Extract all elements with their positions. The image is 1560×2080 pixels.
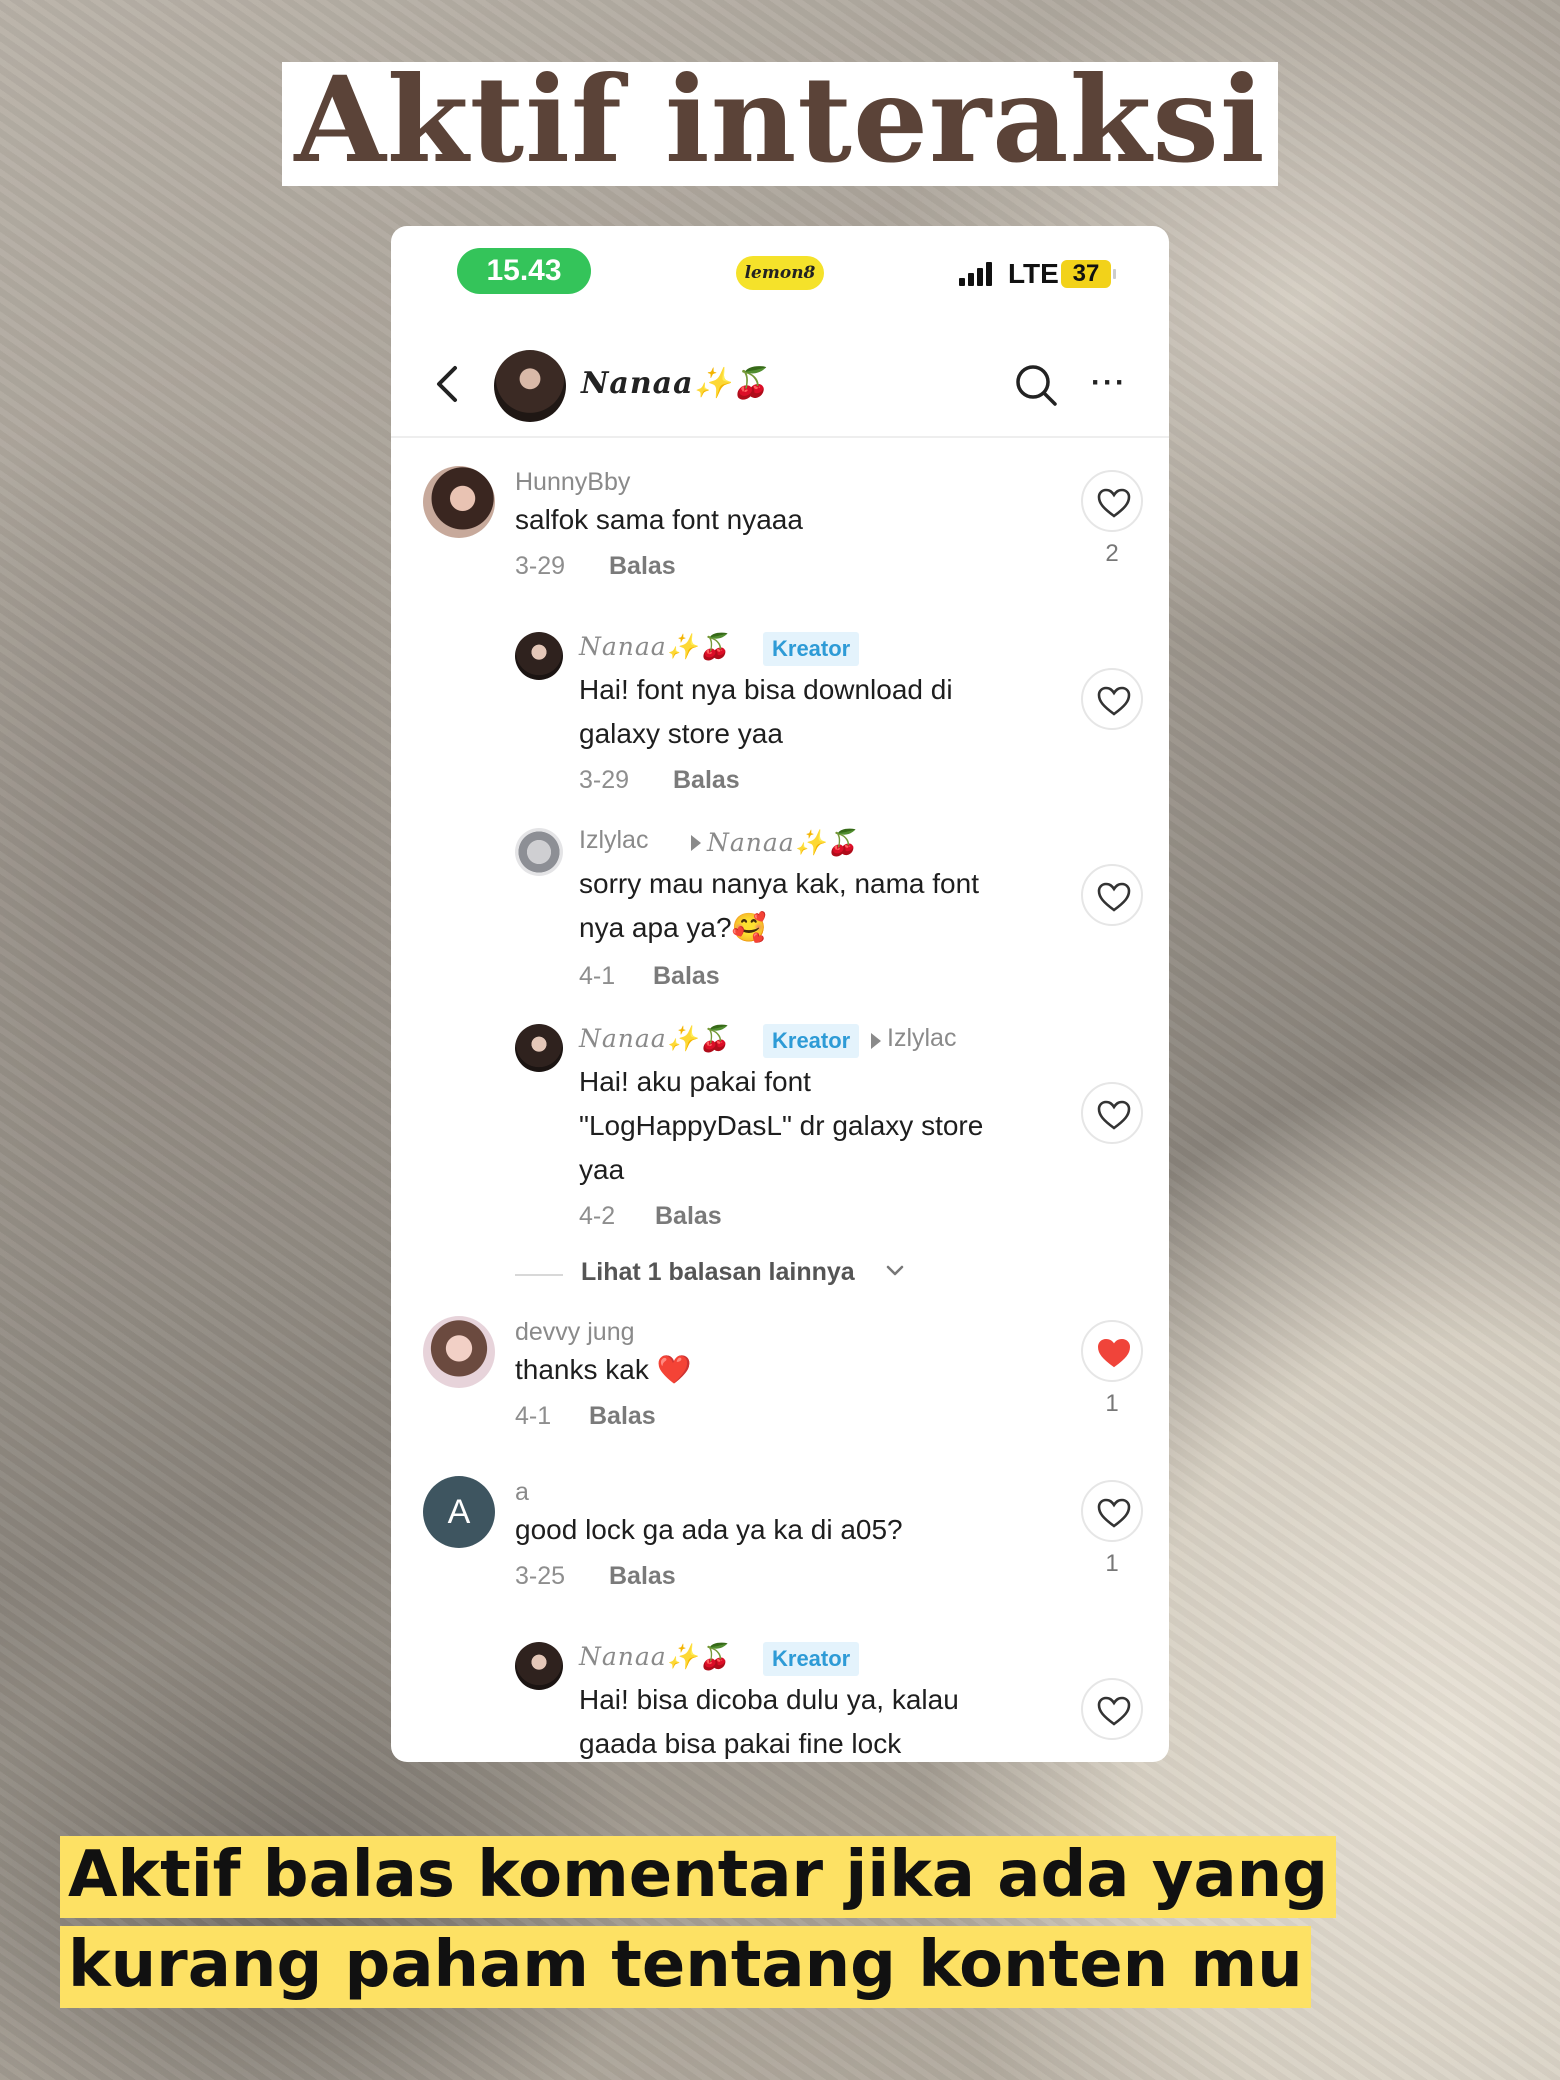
signal-icon xyxy=(959,262,993,286)
reply-button[interactable]: Balas xyxy=(673,766,740,795)
reply-text-line: sorry mau nanya kak, nama font xyxy=(579,868,979,899)
kreator-badge: Kreator xyxy=(763,632,860,666)
heart-outline-icon xyxy=(1097,686,1131,716)
reply-text-line: Hai! font nya bisa download di xyxy=(579,674,953,705)
like-count: 1 xyxy=(1105,1550,1119,1577)
chevron-left-icon[interactable] xyxy=(429,362,465,406)
phone-screenshot: 15.43 lemon8 LTE 37 Nanaa✨🍒 ··· HunnyBby… xyxy=(391,226,1169,1762)
comment-username[interactable]: a xyxy=(515,1478,529,1507)
comment-text: thanks kak ❤️ xyxy=(515,1354,692,1385)
status-time: 15.43 xyxy=(457,248,591,294)
lemon8-badge: lemon8 xyxy=(736,256,824,290)
more-horizontal-icon[interactable]: ··· xyxy=(1091,368,1135,398)
title-container: Aktif interaksi xyxy=(0,61,1560,186)
heart-outline-icon xyxy=(1097,488,1131,518)
reply-text-line: galaxy store yaa xyxy=(579,718,783,749)
reply-button[interactable]: Balas xyxy=(609,552,676,581)
comment-date: 3-29 xyxy=(515,552,566,580)
kreator-badge: Kreator xyxy=(763,1024,860,1058)
reply-text-line: yaa xyxy=(579,1154,625,1185)
heart-outline-icon xyxy=(1097,1696,1131,1726)
heart-filled-icon xyxy=(1097,1338,1131,1368)
avatar[interactable] xyxy=(515,828,563,876)
comment-username[interactable]: devvy jung xyxy=(515,1318,635,1347)
reply-arrow-icon xyxy=(691,835,701,851)
reply-target[interactable]: Nanaa✨🍒 xyxy=(707,828,859,858)
reply-text-line: "LogHappyDasL" dr galaxy store xyxy=(579,1110,984,1141)
reply-text-line: gaada bisa pakai fine lock xyxy=(579,1728,902,1759)
reply-button[interactable]: Balas xyxy=(655,1202,722,1231)
like-button[interactable] xyxy=(1081,1480,1143,1542)
reply-button[interactable]: Balas xyxy=(589,1402,656,1431)
reply-target[interactable]: Izlylac xyxy=(887,1024,956,1053)
comment-username[interactable]: HunnyBby xyxy=(515,468,630,497)
avatar[interactable] xyxy=(515,1024,563,1072)
status-bar: 15.43 lemon8 LTE 37 xyxy=(391,248,1169,298)
reply-username[interactable]: Nanaa✨🍒 xyxy=(579,1024,731,1054)
reply-text-line: Hai! bisa dicoba dulu ya, kalau xyxy=(579,1684,959,1715)
caption-text: Aktif balas komentar jika ada yang kuran… xyxy=(60,1836,1336,2008)
heart-outline-icon xyxy=(1097,1498,1131,1528)
reply-arrow-icon xyxy=(871,1033,881,1049)
reply-username[interactable]: Nanaa✨🍒 xyxy=(579,632,731,662)
reply-button[interactable]: Balas xyxy=(609,1562,676,1591)
battery-level: 37 xyxy=(1061,260,1116,288)
reply-date: 4-2 xyxy=(579,1202,616,1230)
search-icon[interactable] xyxy=(1013,362,1059,408)
comment-text: salfok sama font nyaaa xyxy=(515,504,803,535)
heart-outline-icon xyxy=(1097,1100,1131,1130)
reply-username[interactable]: Nanaa✨🍒 xyxy=(579,1642,731,1672)
reply-button[interactable]: Balas xyxy=(653,962,720,991)
like-button[interactable] xyxy=(1081,1082,1143,1144)
like-count: 2 xyxy=(1105,540,1119,567)
view-more-replies-label: Lihat 1 balasan lainnya xyxy=(581,1258,855,1286)
comment-date: 3-25 xyxy=(515,1562,566,1590)
network-type: LTE xyxy=(1008,258,1059,289)
avatar[interactable]: A xyxy=(423,1476,495,1548)
page-title: Aktif interaksi xyxy=(282,61,1278,186)
comments-header: Nanaa✨🍒 ··· xyxy=(391,336,1169,438)
like-button[interactable] xyxy=(1081,1320,1143,1382)
reply-date: 4-1 xyxy=(579,962,616,990)
reply-username[interactable]: Izlylac xyxy=(579,826,648,855)
chevron-down-icon xyxy=(886,1265,904,1276)
like-count: 1 xyxy=(1105,1390,1119,1417)
reply-date: 3-29 xyxy=(579,766,630,794)
reply-text-line: Hai! aku pakai font xyxy=(579,1066,811,1097)
reply-text-line: nya apa ya?🥰 xyxy=(579,912,767,943)
profile-name[interactable]: Nanaa✨🍒 xyxy=(581,366,770,401)
like-button[interactable] xyxy=(1081,864,1143,926)
avatar[interactable] xyxy=(515,632,563,680)
caption: Aktif balas komentar jika ada yang kuran… xyxy=(60,1830,1500,2010)
like-button[interactable] xyxy=(1081,1678,1143,1740)
comment-text: good lock ga ada ya ka di a05? xyxy=(515,1514,903,1545)
comment-date: 4-1 xyxy=(515,1402,552,1430)
divider xyxy=(515,1274,563,1276)
avatar[interactable] xyxy=(494,350,566,422)
kreator-badge: Kreator xyxy=(763,1642,860,1676)
like-button[interactable] xyxy=(1081,668,1143,730)
heart-outline-icon xyxy=(1097,882,1131,912)
avatar[interactable] xyxy=(423,1316,495,1388)
avatar[interactable] xyxy=(515,1642,563,1690)
like-button[interactable] xyxy=(1081,470,1143,532)
avatar[interactable] xyxy=(423,466,495,538)
